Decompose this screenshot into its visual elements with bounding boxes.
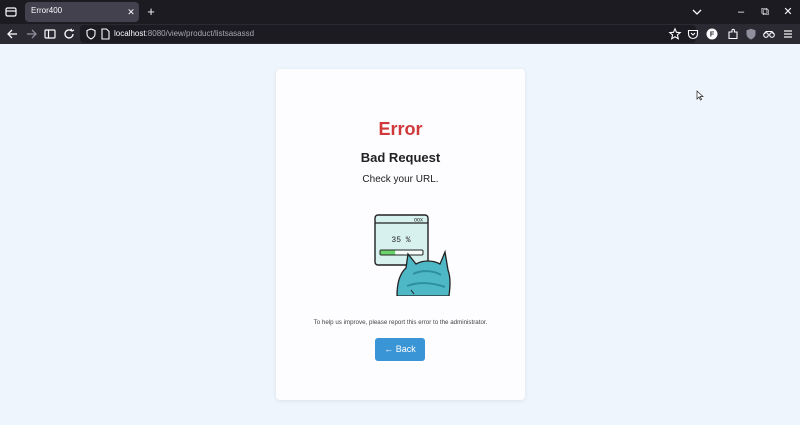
- error-card: Error Bad Request Check your URL. OOX 35…: [276, 69, 525, 400]
- loading-illustration: OOX 35 %: [371, 212, 456, 297]
- tab-list-icon[interactable]: [4, 5, 18, 19]
- progress-percent-text: 35 %: [391, 236, 410, 245]
- svg-text:F: F: [710, 32, 715, 39]
- tab-error400[interactable]: Error400 ✕: [25, 2, 139, 22]
- svg-text:OOX: OOX: [414, 218, 423, 224]
- help-text: To help us improve, please report this e…: [313, 319, 488, 326]
- page-icon[interactable]: [98, 27, 112, 41]
- account-icon[interactable]: F: [705, 27, 719, 41]
- progress-fill: [380, 250, 396, 255]
- tab-close-button[interactable]: ✕: [126, 6, 136, 18]
- restore-button[interactable]: ⧉: [758, 4, 772, 20]
- forward-arrow-icon[interactable]: [25, 27, 39, 41]
- chevron-down-icon[interactable]: [690, 4, 704, 20]
- url-path: :8080/view/product/listsasassd: [145, 29, 255, 38]
- mouse-cursor-icon: [696, 88, 704, 101]
- menu-icon[interactable]: [781, 27, 795, 41]
- url-host: localhost: [114, 29, 146, 38]
- error-title: Error: [378, 119, 423, 139]
- tab-bar: Error400 ✕ + – ⧉ ✕: [0, 0, 800, 24]
- tab-title: Error400: [31, 6, 63, 15]
- sidebar-icon[interactable]: [43, 27, 57, 41]
- close-window-button[interactable]: ✕: [781, 4, 795, 20]
- pocket-icon[interactable]: [686, 27, 700, 41]
- error-subtitle: Bad Request: [360, 150, 441, 165]
- back-arrow-icon[interactable]: [5, 27, 19, 41]
- error-message: Check your URL.: [362, 174, 439, 185]
- url-text[interactable]: localhost:8080/view/product/listsasassd: [114, 29, 254, 38]
- star-icon[interactable]: [668, 27, 682, 41]
- extensions-icon[interactable]: [726, 27, 740, 41]
- reload-icon[interactable]: [62, 27, 76, 41]
- shield-icon[interactable]: [84, 27, 98, 41]
- ublock-icon[interactable]: [744, 27, 758, 41]
- minimize-button[interactable]: –: [734, 4, 748, 20]
- url-bar[interactable]: localhost:8080/view/product/listsasassd: [80, 25, 696, 43]
- new-tab-button[interactable]: +: [145, 4, 157, 20]
- back-button[interactable]: ← Back: [375, 338, 425, 361]
- vpn-icon[interactable]: [762, 27, 776, 41]
- nav-bar: localhost:8080/view/product/listsasassd …: [0, 24, 800, 44]
